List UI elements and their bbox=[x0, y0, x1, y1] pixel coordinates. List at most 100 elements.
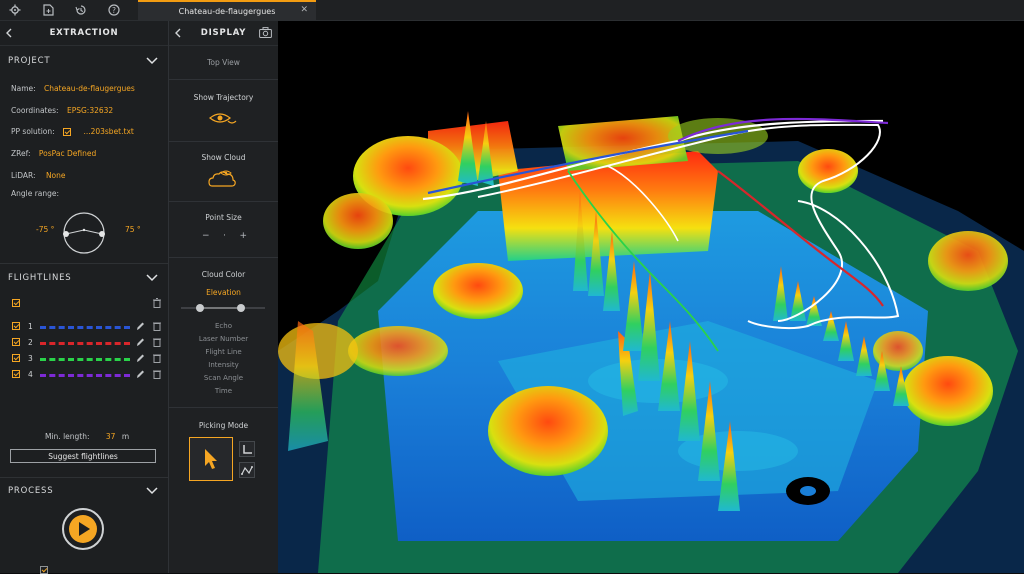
lidar-row: LiDAR: None bbox=[11, 171, 66, 180]
tab-title: Chateau-de-flaugergues bbox=[178, 6, 276, 16]
history-icon[interactable] bbox=[72, 1, 90, 19]
cursor-icon bbox=[205, 449, 217, 469]
trash-icon[interactable] bbox=[153, 321, 161, 331]
flightlines-select-all-row bbox=[12, 298, 161, 309]
section-title: FLIGHTLINES bbox=[8, 273, 72, 283]
angle-range-control[interactable] bbox=[60, 209, 108, 257]
elevation-range-slider[interactable] bbox=[181, 302, 265, 314]
measure-path-button[interactable] bbox=[239, 462, 255, 478]
flightline-number: 1 bbox=[28, 322, 33, 331]
project-name-value[interactable]: Chateau-de-flaugergues bbox=[44, 84, 135, 93]
chevron-down-icon[interactable] bbox=[146, 274, 158, 282]
show-cloud-label: Show Cloud bbox=[201, 153, 246, 162]
field-label: Name: bbox=[11, 84, 36, 93]
new-document-icon[interactable] bbox=[39, 1, 57, 19]
field-label: Angle range: bbox=[11, 189, 60, 198]
trash-icon[interactable] bbox=[153, 337, 161, 347]
trash-icon[interactable] bbox=[153, 369, 161, 379]
min-length-value[interactable]: 37 bbox=[106, 432, 116, 441]
trash-icon[interactable] bbox=[153, 353, 161, 363]
close-tab-icon[interactable]: ✕ bbox=[300, 5, 308, 15]
zref-value[interactable]: PosPac Defined bbox=[39, 149, 96, 158]
svg-text:?: ? bbox=[112, 6, 116, 15]
flightline-color-swatch bbox=[40, 374, 130, 377]
section-divider bbox=[169, 201, 278, 202]
play-icon bbox=[69, 515, 97, 543]
process-section-header[interactable]: PROCESS bbox=[0, 480, 168, 502]
flightline-color-swatch bbox=[40, 326, 130, 329]
flightline-checkbox[interactable] bbox=[12, 338, 20, 346]
point-size-value: · bbox=[223, 231, 226, 241]
suggest-flightlines-button[interactable]: Suggest flightlines bbox=[10, 449, 156, 463]
chevron-down-icon[interactable] bbox=[146, 487, 158, 495]
pencil-icon[interactable] bbox=[136, 337, 145, 347]
angle-max-value: 75 ° bbox=[125, 225, 141, 234]
help-icon[interactable]: ? bbox=[105, 1, 123, 19]
point-cloud-viewport[interactable] bbox=[278, 21, 1024, 573]
trash-icon[interactable] bbox=[153, 298, 161, 308]
top-toolbar: ? Chateau-de-flaugergues ✕ bbox=[0, 0, 1024, 21]
show-trajectory-label: Show Trajectory bbox=[193, 93, 254, 102]
color-option-time[interactable]: Time bbox=[169, 387, 278, 395]
flightline-color-swatch bbox=[40, 358, 130, 361]
panel-title: DISPLAY bbox=[200, 28, 247, 38]
flightline-checkbox[interactable] bbox=[12, 354, 20, 362]
coordinates-value[interactable]: EPSG:32632 bbox=[67, 106, 113, 115]
pencil-icon[interactable] bbox=[136, 321, 145, 331]
color-option-echo[interactable]: Echo bbox=[169, 322, 278, 330]
chevron-left-icon[interactable] bbox=[5, 28, 13, 38]
flightline-row[interactable]: 2 bbox=[12, 337, 161, 348]
color-option-laser-number[interactable]: Laser Number bbox=[169, 335, 278, 343]
chevron-down-icon[interactable] bbox=[146, 57, 158, 65]
field-label: PP solution: bbox=[11, 127, 55, 136]
display-header: DISPLAY bbox=[169, 21, 278, 46]
flightline-color-swatch bbox=[40, 342, 130, 345]
min-length-unit: m bbox=[121, 432, 130, 441]
project-section-header[interactable]: PROJECT bbox=[0, 50, 168, 72]
increase-button[interactable]: + bbox=[239, 231, 247, 241]
eye-cloud-icon[interactable] bbox=[208, 168, 238, 188]
angle-range-row: Angle range: bbox=[11, 189, 59, 198]
section-divider bbox=[169, 257, 278, 258]
camera-icon[interactable] bbox=[259, 27, 272, 38]
pencil-icon[interactable] bbox=[136, 353, 145, 363]
flightline-row[interactable]: 4 bbox=[12, 369, 161, 380]
flightlines-section-header[interactable]: FLIGHTLINES bbox=[0, 267, 168, 289]
gear-icon[interactable] bbox=[6, 1, 24, 19]
color-option-intensity[interactable]: Intensity bbox=[169, 361, 278, 369]
section-divider bbox=[169, 407, 278, 408]
pencil-icon[interactable] bbox=[136, 369, 145, 379]
flightline-row[interactable]: 3 bbox=[12, 353, 161, 364]
point-size-label: Point Size bbox=[205, 213, 242, 222]
flightline-number: 3 bbox=[28, 354, 33, 363]
chevron-left-icon[interactable] bbox=[174, 28, 182, 38]
extraction-header: EXTRACTION bbox=[0, 21, 168, 46]
pp-solution-checkbox[interactable] bbox=[63, 128, 72, 136]
decrease-button[interactable]: − bbox=[202, 231, 210, 241]
flightline-number: 4 bbox=[28, 370, 33, 379]
measure-angle-button[interactable] bbox=[239, 441, 255, 457]
field-label: ZRef: bbox=[11, 149, 31, 158]
process-play-button[interactable] bbox=[62, 508, 104, 550]
color-option-flight-line[interactable]: Flight Line bbox=[169, 348, 278, 356]
flightline-row[interactable]: 1 bbox=[12, 321, 161, 332]
color-option-scan-angle[interactable]: Scan Angle bbox=[169, 374, 278, 382]
section-title: PROJECT bbox=[8, 56, 51, 66]
zref-row: ZRef: PosPac Defined bbox=[11, 149, 96, 158]
angle-min-value: -75 ° bbox=[36, 225, 55, 234]
document-tab[interactable]: Chateau-de-flaugergues ✕ bbox=[138, 0, 316, 20]
point-size-stepper[interactable]: − · + bbox=[202, 231, 247, 241]
eye-trajectory-icon[interactable] bbox=[208, 109, 238, 127]
point-cloud-render bbox=[278, 111, 1024, 573]
pick-cursor-button[interactable] bbox=[189, 437, 233, 481]
flightline-checkbox[interactable] bbox=[12, 370, 20, 378]
top-view-button[interactable]: Top View bbox=[169, 58, 278, 67]
cloud-color-selected[interactable]: Elevation bbox=[169, 288, 278, 297]
pp-solution-value[interactable]: ...203sbet.txt bbox=[83, 127, 133, 136]
flightline-checkbox[interactable] bbox=[12, 322, 20, 330]
lidar-value[interactable]: None bbox=[46, 171, 66, 180]
pp-solution-row: PP solution: ...203sbet.txt bbox=[11, 127, 134, 136]
coordinates-row: Coordinates: EPSG:32632 bbox=[11, 106, 113, 115]
select-all-checkbox[interactable] bbox=[12, 299, 20, 307]
extraction-panel: EXTRACTION PROJECT Name: Chateau-de-flau… bbox=[0, 21, 169, 574]
